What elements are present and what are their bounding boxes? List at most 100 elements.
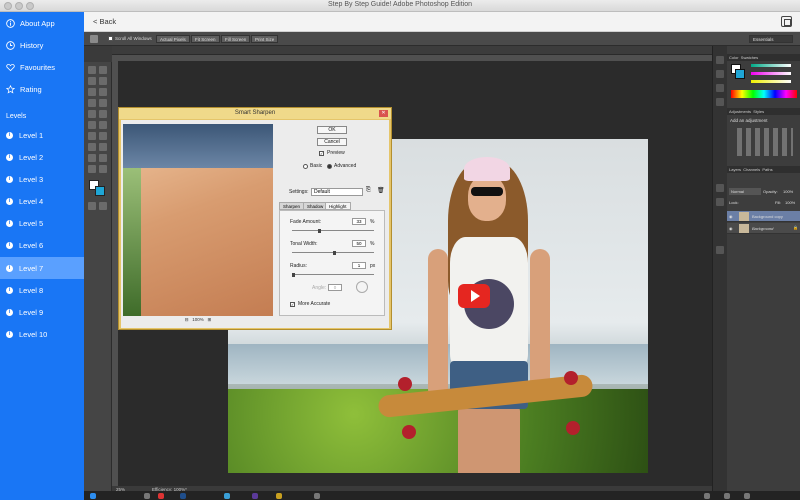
layer-row[interactable]: ◉ Background copy [727,211,800,222]
taskbar-app-icon[interactable] [158,493,164,499]
sidebar-item-level-10[interactable]: i Level 10 [0,323,84,345]
character-panel-icon[interactable] [716,184,724,192]
radius-knob[interactable] [292,273,295,277]
color-tab[interactable]: Color [729,55,739,60]
radius-input[interactable]: 1 [352,262,366,269]
crop-tool-icon[interactable] [88,88,96,96]
tab-shadow[interactable]: Shadow [303,202,328,210]
red-slider[interactable] [751,64,791,67]
brush-panel-icon[interactable] [716,246,724,254]
quick-mask-icon[interactable] [88,202,96,210]
sidebar-item-level-3[interactable]: i Level 3 [0,168,84,190]
print-size-button[interactable]: Print Size [251,35,279,43]
delete-settings-icon[interactable]: 🗑 [377,187,385,194]
brush-tool-icon[interactable] [99,99,107,107]
stamp-tool-icon[interactable] [88,110,96,118]
sidebar-item-level-1[interactable]: i Level 1 [0,124,84,146]
background-color-swatch[interactable] [95,186,105,196]
screen-mode-icon[interactable] [99,202,107,210]
scroll-all-checkbox[interactable] [108,36,113,41]
taskbar-photoshop-icon[interactable] [180,493,186,499]
color-ramp[interactable] [731,90,797,98]
taskbar-app-icon[interactable] [252,493,258,499]
advanced-radio[interactable] [327,164,332,169]
swatches-tab[interactable]: Swatches [741,55,758,60]
zoom-in-icon[interactable]: ⊞ [208,317,212,322]
close-icon[interactable]: ✕ [379,110,388,117]
blue-slider[interactable] [751,80,791,83]
fade-amount-knob[interactable] [318,229,321,233]
info-panel-icon[interactable] [716,98,724,106]
quick-select-tool-icon[interactable] [99,77,107,85]
tray-icon[interactable] [724,493,730,499]
history-brush-tool-icon[interactable] [99,110,107,118]
tray-icon[interactable] [744,493,750,499]
layer-row[interactable]: ◉ Background 🔒 [727,223,800,234]
sidebar-item-level-2[interactable]: i Level 2 [0,146,84,168]
styles-tab[interactable]: Styles [753,109,764,114]
sidebar-item-rating[interactable]: Rating [0,78,84,100]
channels-tab[interactable]: Channels [743,167,760,172]
settings-select[interactable]: Default [311,188,363,196]
sidebar-item-level-4[interactable]: i Level 4 [0,190,84,212]
taskbar-app-icon[interactable] [314,493,320,499]
zoom-out-icon[interactable]: ⊟ [185,317,189,322]
eye-icon[interactable]: ◉ [729,226,733,231]
paths-tab[interactable]: Paths [762,167,772,172]
fit-screen-button[interactable]: Fit Screen [191,35,220,43]
green-slider[interactable] [751,72,791,75]
sidebar-item-favourites[interactable]: Favourites [0,56,84,78]
sidebar-item-level-8[interactable]: i Level 8 [0,279,84,301]
basic-radio[interactable] [303,164,308,169]
paragraph-panel-icon[interactable] [716,198,724,206]
sidebar-item-level-5[interactable]: i Level 5 [0,212,84,234]
preview-checkbox[interactable]: ✓ [319,151,324,156]
lasso-tool-icon[interactable] [88,77,96,85]
sidebar-item-level-6[interactable]: i Level 6 [0,234,84,256]
hand-tool-icon[interactable] [90,35,98,43]
bg-color-chip[interactable] [735,69,745,79]
opacity-value[interactable]: 100% [783,189,793,194]
fill-screen-button[interactable]: Fill Screen [221,35,251,43]
fade-amount-slider[interactable] [292,230,374,231]
ok-button[interactable]: OK [317,126,347,134]
video-play-button[interactable] [458,284,490,308]
taskbar-app-icon[interactable] [144,493,150,499]
sidebar-item-level-7[interactable]: i Level 7 [0,257,84,279]
actual-pixels-button[interactable]: Actual Pixels [156,35,190,43]
layers-tab[interactable]: Layers [729,167,741,172]
tray-icon[interactable] [704,493,710,499]
sharpen-preview-image[interactable] [123,124,273,316]
fullscreen-icon[interactable] [781,16,792,27]
radius-slider[interactable] [292,274,374,275]
workspace-select[interactable]: Essentials [749,35,793,43]
blur-tool-icon[interactable] [88,132,96,140]
history-panel-icon[interactable] [716,56,724,64]
pen-tool-icon[interactable] [88,143,96,151]
taskbar-app-icon[interactable] [224,493,230,499]
sidebar-item-level-9[interactable]: i Level 9 [0,301,84,323]
adjustments-panel-header[interactable]: Adjustments Styles [727,108,800,115]
eye-icon[interactable]: ◉ [729,214,733,219]
tonal-width-knob[interactable] [333,251,336,255]
marquee-tool-icon[interactable] [99,66,107,74]
tonal-width-input[interactable]: 50 [352,240,366,247]
actions-panel-icon[interactable] [716,70,724,78]
save-settings-icon[interactable]: ⎘ [366,187,371,194]
fade-amount-input[interactable]: 33 [352,218,366,225]
sidebar-item-about[interactable]: About App [0,12,84,34]
blend-mode-select[interactable]: Normal [729,188,761,195]
layers-panel-header[interactable]: Layers Channels Paths [727,166,800,173]
move-tool-icon[interactable] [88,66,96,74]
fill-value[interactable]: 100% [785,200,795,205]
back-button[interactable]: < Back [93,17,116,26]
cancel-button[interactable]: Cancel [317,138,347,146]
color-panel-header[interactable]: Color Swatches [727,54,800,61]
healing-tool-icon[interactable] [88,99,96,107]
shape-tool-icon[interactable] [99,154,107,162]
tab-highlight[interactable]: Highlight [325,202,351,210]
eyedropper-tool-icon[interactable] [99,88,107,96]
more-accurate-checkbox[interactable]: ✓ [290,302,295,307]
eraser-tool-icon[interactable] [88,121,96,129]
path-select-tool-icon[interactable] [88,154,96,162]
